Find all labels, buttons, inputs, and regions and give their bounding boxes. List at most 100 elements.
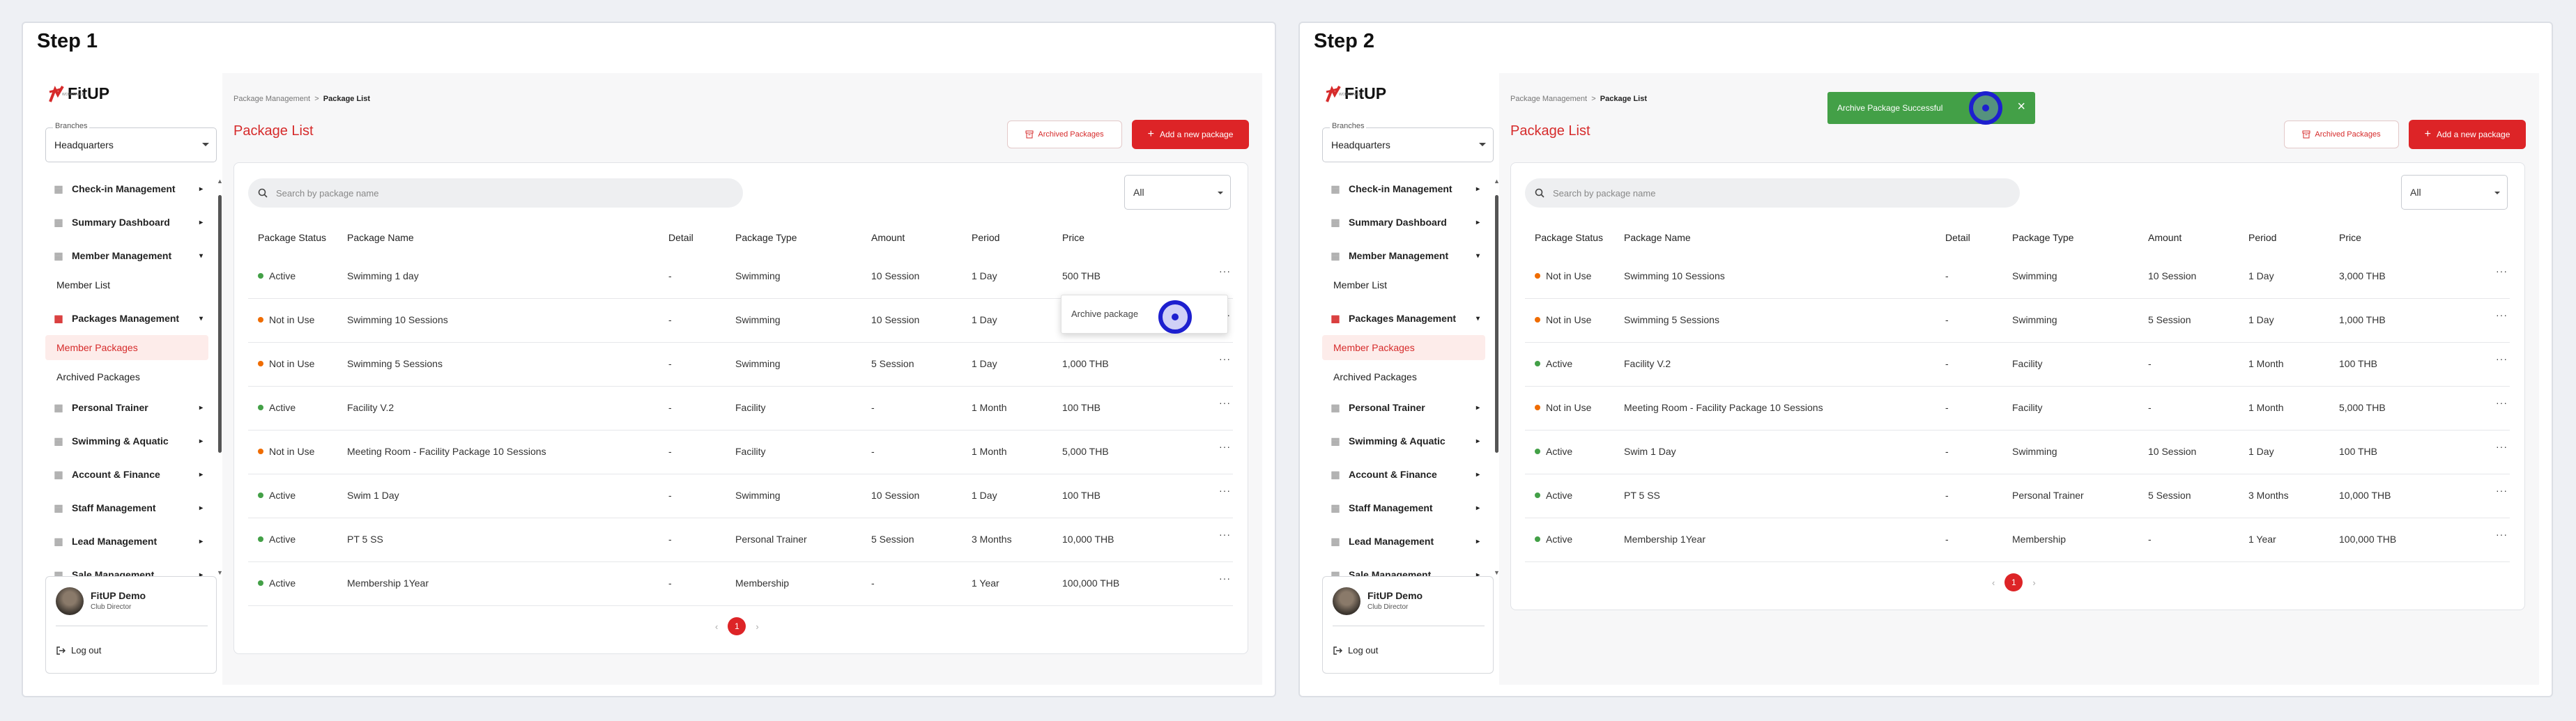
sidebar-item-archived-packages[interactable]: Archived Packages <box>1322 364 1485 389</box>
status-dot <box>1535 273 1540 279</box>
logout-button[interactable]: Log out <box>56 645 101 656</box>
table-row[interactable]: Not in Use Meeting Room - Facility Packag… <box>1525 387 2510 431</box>
logout-button[interactable]: Log out <box>1333 645 1378 656</box>
table-row[interactable]: Not in Use Swimming 10 Sessions - Swimming 1… <box>1525 255 2510 299</box>
table-row[interactable]: Not in Use Swimming 5 Sessions - Swimming 5 … <box>1525 299 2510 343</box>
table-row[interactable]: Active Facility V.2 - Facility - 1 Month 100 T… <box>1525 343 2510 387</box>
cell-period: 1 Day <box>972 314 997 325</box>
more-options-icon[interactable]: ··· <box>2496 529 2508 540</box>
close-icon[interactable]: × <box>2017 99 2025 115</box>
next-page-icon[interactable]: › <box>756 621 758 632</box>
sidebar-item-swimming-aquatic[interactable]: ▦ Swimming & Aquatic ▸ <box>1322 428 1485 453</box>
step-1-panel: Step 1 FitUP WORKSPACE Branches Headquar… <box>22 22 1276 697</box>
table-row[interactable]: Active Swim 1 Day - Swimming 10 Session 1 Day… <box>1525 431 2510 474</box>
search-input[interactable]: Search by package name <box>1525 178 2020 208</box>
sidebar-scrollbar[interactable] <box>218 195 222 453</box>
table-row[interactable]: Active Swimming 1 day - Swimming 10 Session 1… <box>248 255 1233 299</box>
sidebar-item-packages-management[interactable]: ▦ Packages Management ▾ <box>1322 306 1485 331</box>
archived-packages-button[interactable]: Archived Packages <box>1007 121 1122 148</box>
sidebar-item-member-packages[interactable]: Member Packages <box>45 335 208 360</box>
more-options-icon[interactable]: ··· <box>1219 353 1231 364</box>
prev-page-icon[interactable]: ‹ <box>1992 577 1995 588</box>
sidebar-item-member-list[interactable]: Member List <box>45 272 208 297</box>
more-options-icon[interactable]: ··· <box>2496 441 2508 452</box>
scroll-down-icon[interactable]: ▼ <box>217 569 223 576</box>
sidebar-item-archived-packages[interactable]: Archived Packages <box>45 364 208 389</box>
sidebar-item-member-packages[interactable]: Member Packages <box>1322 335 1485 360</box>
table-row[interactable]: Active PT 5 SS - Personal Trainer 5 Session 3… <box>248 518 1233 562</box>
sidebar-item-personal-trainer[interactable]: ▦ Personal Trainer ▸ <box>45 395 208 420</box>
status-filter-select[interactable]: All <box>1124 175 1231 210</box>
more-options-icon[interactable]: ··· <box>1219 573 1231 584</box>
sidebar-item-packages-management[interactable]: ▦ Packages Management ▾ <box>45 306 208 331</box>
sidebar-item-label: Summary Dashboard <box>1349 217 1447 228</box>
archived-packages-button[interactable]: Archived Packages <box>2284 121 2399 148</box>
add-package-button[interactable]: + Add a new package <box>2409 120 2526 149</box>
cell-name: PT 5 SS <box>1624 490 1660 501</box>
status-text: Active <box>269 534 296 545</box>
branch-select[interactable]: Branches Headquarters <box>1322 122 1494 162</box>
add-package-button[interactable]: + Add a new package <box>1132 120 1249 149</box>
breadcrumb-parent[interactable]: Package Management <box>1510 95 1587 103</box>
cell-period: 1 Year <box>2248 534 2276 545</box>
cell-type: Swimming <box>2012 314 2057 325</box>
table-row[interactable]: Active Membership 1Year - Membership - 1 Year… <box>1525 518 2510 562</box>
status-filter-select[interactable]: All <box>2401 175 2508 210</box>
sidebar-item-swimming-aquatic[interactable]: ▦ Swimming & Aquatic ▸ <box>45 428 208 453</box>
table-row[interactable]: Active Membership 1Year - Membership - 1 Year… <box>248 562 1233 606</box>
table-row[interactable]: Active Swim 1 Day - Swimming 10 Session 1 Day… <box>248 474 1233 518</box>
table-row[interactable]: Not in Use Swimming 5 Sessions - Swimming 5 … <box>248 343 1233 387</box>
branch-value: Headquarters <box>1331 139 1390 150</box>
sidebar-item-lead-management[interactable]: ▦ Lead Management ▸ <box>1322 529 1485 554</box>
next-page-icon[interactable]: › <box>2032 577 2035 588</box>
sidebar-item-member-management[interactable]: ▦ Member Management ▾ <box>1322 243 1485 268</box>
sidebar-item-staff-management[interactable]: ▦ Staff Management ▸ <box>45 495 208 520</box>
scroll-up-icon[interactable]: ▲ <box>217 178 223 185</box>
sidebar-item-member-list[interactable]: Member List <box>1322 272 1485 297</box>
page-1-button[interactable]: 1 <box>728 617 746 635</box>
more-options-icon[interactable]: ··· <box>1219 265 1231 277</box>
more-options-icon[interactable]: ··· <box>1219 397 1231 408</box>
toast-message: Archive Package Successful <box>1837 103 1943 113</box>
scroll-up-icon[interactable]: ▲ <box>1494 178 1500 185</box>
search-input[interactable]: Search by package name <box>248 178 743 208</box>
sidebar-item-account-finance[interactable]: ▦ Account & Finance ▸ <box>1322 462 1485 487</box>
page-1-button[interactable]: 1 <box>2004 573 2023 591</box>
sidebar-item-lead-management[interactable]: ▦ Lead Management ▸ <box>45 529 208 554</box>
more-options-icon[interactable]: ··· <box>2496 265 2508 277</box>
cell-price: 100 THB <box>2339 358 2377 369</box>
sidebar-item-summary-dashboard[interactable]: ▦ Summary Dashboard ▸ <box>1322 210 1485 235</box>
sidebar-item-summary-dashboard[interactable]: ▦ Summary Dashboard ▸ <box>45 210 208 235</box>
main-content: Package Management > Package List Packag… <box>233 73 1262 685</box>
breadcrumb-parent[interactable]: Package Management <box>233 95 310 103</box>
cell-name: Swimming 10 Sessions <box>1624 270 1725 281</box>
cell-price: 10,000 THB <box>2339 490 2391 501</box>
status-dot <box>1535 405 1540 411</box>
more-options-icon[interactable]: ··· <box>1219 529 1231 540</box>
sidebar-item-member-management[interactable]: ▦ Member Management ▾ <box>45 243 208 268</box>
cell-detail: - <box>1945 402 1949 413</box>
more-options-icon[interactable]: ··· <box>2496 353 2508 364</box>
sidebar-item-account-finance[interactable]: ▦ Account & Finance ▸ <box>45 462 208 487</box>
sidebar-item-check-in-management[interactable]: ▦ Check-in Management ▸ <box>1322 176 1485 201</box>
scroll-down-icon[interactable]: ▼ <box>1494 569 1500 576</box>
archive-package-menu-item[interactable]: Archive package <box>1071 309 1138 319</box>
table-row[interactable]: Not in Use Meeting Room - Facility Packag… <box>248 431 1233 474</box>
status-text: Active <box>269 402 296 413</box>
prev-page-icon[interactable]: ‹ <box>715 621 718 632</box>
cell-detail: - <box>1945 270 1949 281</box>
cell-type: Facility <box>2012 358 2043 369</box>
more-options-icon[interactable]: ··· <box>2496 485 2508 496</box>
table-row[interactable]: Active PT 5 SS - Personal Trainer 5 Session 3… <box>1525 474 2510 518</box>
more-options-icon[interactable]: ··· <box>1219 485 1231 496</box>
sidebar-item-personal-trainer[interactable]: ▦ Personal Trainer ▸ <box>1322 395 1485 420</box>
sidebar-item-check-in-management[interactable]: ▦ Check-in Management ▸ <box>45 176 208 201</box>
more-options-icon[interactable]: ··· <box>2496 397 2508 408</box>
table-row[interactable]: Active Facility V.2 - Facility - 1 Month 100 T… <box>248 387 1233 431</box>
branch-select[interactable]: Branches Headquarters <box>45 122 217 162</box>
more-options-icon[interactable]: ··· <box>1219 441 1231 452</box>
column-header-name: Package Name <box>347 232 414 243</box>
sidebar-scrollbar[interactable] <box>1495 195 1498 453</box>
sidebar-item-staff-management[interactable]: ▦ Staff Management ▸ <box>1322 495 1485 520</box>
more-options-icon[interactable]: ··· <box>2496 309 2508 320</box>
